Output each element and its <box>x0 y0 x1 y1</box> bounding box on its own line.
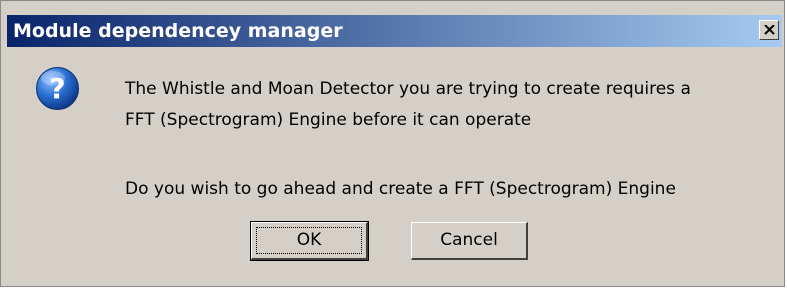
message-line-2: FFT (Spectrogram) Engine before it can o… <box>125 110 532 130</box>
ok-button-label: OK <box>296 230 322 250</box>
ok-button[interactable]: OK <box>250 221 369 261</box>
question-text: Do you wish to go ahead and create a FFT… <box>125 179 676 199</box>
question-icon: ? <box>36 67 79 110</box>
cancel-button-label: Cancel <box>440 230 498 250</box>
dialog-title: Module dependencey manager <box>13 20 343 42</box>
svg-text:?: ? <box>49 72 65 105</box>
dialog-window: Module dependencey manager ? The Whistle… <box>0 0 785 287</box>
close-icon <box>764 25 775 35</box>
title-bar[interactable]: Module dependencey manager <box>7 15 782 47</box>
close-button[interactable] <box>759 20 779 40</box>
cancel-button[interactable]: Cancel <box>411 222 528 260</box>
message-line-1: The Whistle and Moan Detector you are tr… <box>125 79 691 99</box>
